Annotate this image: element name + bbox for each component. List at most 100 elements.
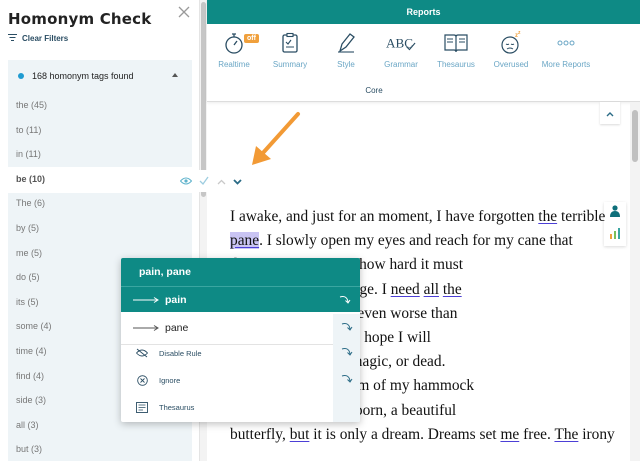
scroll-thumb[interactable]: [201, 2, 206, 197]
document-scrollbar[interactable]: [630, 102, 640, 461]
text-line: I awake, and just for an moment, I have …: [230, 205, 610, 229]
reports-header: Reports: [207, 0, 640, 24]
tag-list-item[interactable]: to (11): [16, 125, 41, 135]
arrow-right-icon: [133, 294, 159, 306]
tag-actions: [172, 170, 250, 192]
tag-list-item[interactable]: in (11): [16, 149, 41, 159]
ignore-label: Ignore: [159, 375, 181, 385]
found-summary: 168 homonym tags found: [32, 71, 134, 81]
status-dot: [18, 73, 24, 79]
text-segment: I awake, and just for an moment, I have …: [230, 208, 539, 225]
user-icon[interactable]: [610, 204, 620, 222]
more-dots-icon: [551, 28, 581, 58]
clipboard-icon: [275, 28, 305, 58]
tag-list-item[interactable]: me (5): [16, 248, 42, 258]
chevron-up-icon: [606, 104, 614, 122]
clear-filters-label: Clear Filters: [22, 34, 69, 43]
text-segment: butterfly,: [230, 425, 290, 443]
report-realtime-button[interactable]: Realtime off: [207, 28, 261, 76]
disable-rule-button[interactable]: Disable Rule: [121, 342, 333, 364]
scroll-thumb[interactable]: [632, 110, 638, 162]
book-icon: [441, 28, 471, 58]
replace-icon[interactable]: [341, 347, 353, 357]
report-label: Grammar: [384, 60, 418, 69]
popup-title: pain, pane: [121, 258, 360, 286]
text-segment: free.: [519, 425, 555, 443]
suggestion-main[interactable]: pain: [121, 286, 360, 312]
filter-icon: [8, 34, 17, 43]
caret-up-icon: [172, 73, 178, 77]
homonym-word[interactable]: The: [554, 426, 578, 443]
report-thesaurus-button[interactable]: Thesaurus: [429, 28, 483, 76]
report-label: Thesaurus: [437, 60, 475, 69]
tag-list-item[interactable]: do (5): [16, 272, 40, 282]
stopwatch-icon: [219, 28, 249, 58]
report-label: More Reports: [541, 60, 591, 69]
panel-title: Homonym Check: [8, 10, 152, 28]
ignore-button[interactable]: Ignore: [121, 369, 333, 391]
pencil-icon: [331, 28, 361, 58]
homonym-word[interactable]: pane: [230, 232, 260, 250]
tag-list-item[interactable]: the (45): [16, 100, 47, 110]
sleepy-face-icon: zz: [496, 28, 526, 58]
report-label: Style: [337, 60, 355, 69]
homonym-word[interactable]: all: [424, 281, 439, 298]
stats-bars-icon[interactable]: [610, 226, 620, 244]
suggestion-main-label: pain: [165, 293, 187, 306]
eye-off-icon: [135, 346, 149, 360]
tag-list-item[interactable]: The (6): [16, 198, 45, 208]
tag-list-item[interactable]: all (3): [16, 420, 39, 430]
check-icon[interactable]: [199, 172, 209, 190]
eye-icon[interactable]: [179, 172, 192, 190]
svg-text:z: z: [518, 30, 521, 36]
text-segment: terrible: [557, 208, 606, 225]
text-segment: . I slowly open my eyes and reach for my…: [259, 232, 573, 250]
found-summary-row[interactable]: 168 homonym tags found: [8, 60, 192, 92]
disable-rule-label: Disable Rule: [159, 348, 202, 358]
report-overused-button[interactable]: zz Overused: [484, 28, 538, 76]
homonym-word[interactable]: me: [500, 426, 519, 443]
tag-list-item[interactable]: its (5): [16, 297, 39, 307]
tag-list-item[interactable]: time (4): [16, 346, 47, 356]
tag-list-item[interactable]: side (3): [16, 395, 46, 405]
tag-list-item[interactable]: be (10): [16, 174, 45, 184]
report-more-button[interactable]: More Reports: [538, 28, 594, 76]
close-icon[interactable]: [176, 4, 192, 20]
suggestion-alt-label: pane: [165, 322, 189, 334]
annotation-arrow-icon: [252, 112, 300, 165]
core-group-label: Core: [365, 86, 383, 95]
text-segment: it is only a dream. Dreams set: [309, 425, 501, 443]
chevron-up-icon[interactable]: [217, 172, 226, 190]
report-grammar-button[interactable]: ABC Grammar: [374, 28, 428, 76]
collapse-toolbar-button[interactable]: [600, 102, 620, 124]
tag-list-item[interactable]: but (3): [16, 444, 42, 454]
book-icon: [135, 400, 149, 414]
homonym-word[interactable]: the: [538, 208, 557, 225]
homonym-popup: pain, pane pain pane Disable Rule Ignore…: [121, 258, 360, 422]
svg-text:ABC: ABC: [386, 36, 413, 51]
report-label: Overused: [493, 60, 529, 69]
suggestion-alt[interactable]: pane: [121, 316, 333, 340]
homonym-word[interactable]: the: [443, 281, 462, 298]
replace-icon[interactable]: [341, 374, 353, 384]
replace-icon: [339, 296, 351, 304]
replace-icon[interactable]: [341, 322, 353, 332]
homonym-word[interactable]: need: [391, 281, 420, 298]
report-label: Realtime: [218, 60, 250, 69]
clear-filters-button[interactable]: Clear Filters: [8, 34, 68, 43]
tag-list-item[interactable]: some (4): [16, 321, 52, 331]
arrow-right-icon: [133, 322, 159, 334]
text-line: pane. I slowly open my eyes and reach fo…: [230, 229, 610, 253]
homonym-word[interactable]: but: [290, 426, 310, 443]
text-line: butterfly, but it is only a dream. Dream…: [230, 423, 615, 447]
thesaurus-button[interactable]: Thesaurus: [121, 396, 333, 418]
text-segment: irony: [578, 425, 615, 443]
chevron-down-icon[interactable]: [233, 172, 242, 190]
report-style-button[interactable]: Style: [319, 28, 373, 76]
abc-icon: ABC: [386, 28, 416, 58]
tag-list-item[interactable]: find (4): [16, 371, 44, 381]
reports-toolbar: Reports Realtime off Summary Style ABC G…: [207, 0, 640, 102]
tag-list-item[interactable]: by (5): [16, 223, 39, 233]
off-badge: off: [244, 34, 259, 43]
report-summary-button[interactable]: Summary: [263, 28, 317, 76]
